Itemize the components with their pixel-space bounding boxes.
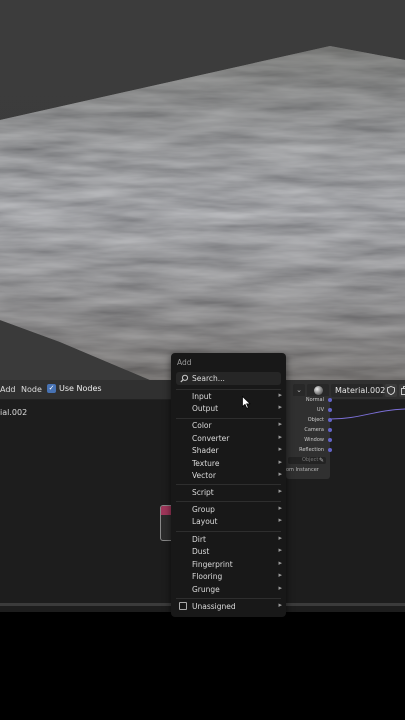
menu-item-unassigned[interactable]: Unassigned ▸ [171, 601, 286, 613]
eyedropper-icon[interactable]: ✎ [319, 457, 324, 464]
menu-item-label: Group [192, 505, 215, 514]
checkmark-icon[interactable]: ✓ [47, 384, 56, 393]
menu-item-label: Color [192, 421, 212, 430]
material-selector: ⌄ Material.002 [293, 383, 405, 397]
chevron-right-icon: ▸ [278, 504, 282, 512]
menu-item-label: Output [192, 404, 219, 413]
menu-item-layout[interactable]: Layout ▸ [171, 516, 286, 528]
menu-item-label: Flooring [192, 572, 223, 581]
tc-output-uv: UV [316, 407, 324, 413]
menu-item-grunge[interactable]: Grunge ▸ [171, 584, 286, 596]
menu-item-vector[interactable]: Vector ▸ [171, 470, 286, 482]
search-label: Search... [192, 374, 225, 383]
menu-item-input[interactable]: Input ▸ [171, 391, 286, 403]
use-nodes-toggle[interactable]: ✓ Use Nodes [47, 384, 102, 393]
menu-item-dirt[interactable]: Dirt ▸ [171, 534, 286, 546]
chevron-right-icon: ▸ [278, 433, 282, 441]
menu-item-label: Script [192, 488, 214, 497]
menu-item-dust[interactable]: Dust ▸ [171, 546, 286, 558]
socket-dot[interactable] [328, 418, 332, 422]
chevron-right-icon: ▸ [278, 403, 282, 411]
chevron-right-icon: ▸ [278, 391, 282, 399]
socket-dot[interactable] [328, 438, 332, 442]
chevron-right-icon: ▸ [278, 458, 282, 466]
menu-item-label: Unassigned [192, 602, 236, 611]
menu-item-color[interactable]: Color ▸ [171, 420, 286, 432]
tc-output-normal: Normal [305, 397, 324, 403]
socket-dot[interactable] [328, 398, 332, 402]
separator [176, 389, 281, 390]
menu-item-label: Grunge [192, 585, 220, 594]
menu-item-label: Vector [192, 471, 216, 480]
chevron-right-icon: ▸ [278, 601, 282, 609]
object-field[interactable]: Object ✎ [288, 457, 326, 464]
menu-title: Add [177, 358, 192, 367]
menu-item-group[interactable]: Group ▸ [171, 504, 286, 516]
material-output-label: ial.002 [0, 408, 28, 417]
chevron-right-icon: ▸ [278, 420, 282, 428]
menu-item-label: Converter [192, 434, 230, 443]
node-menu-button[interactable]: Node [21, 385, 42, 394]
add-menu-button[interactable]: Add [0, 385, 16, 394]
menu-item-texture[interactable]: Texture ▸ [171, 458, 286, 470]
separator [176, 531, 281, 532]
duplicate-material-icon[interactable] [399, 383, 405, 397]
tc-output-window: Window [304, 437, 324, 443]
search-icon [180, 374, 189, 383]
fake-user-shield-icon[interactable] [385, 383, 397, 397]
tc-output-camera: Camera [304, 427, 324, 433]
menu-item-flooring[interactable]: Flooring ▸ [171, 571, 286, 583]
socket-dot[interactable] [328, 448, 332, 452]
menu-item-label: Dust [192, 547, 210, 556]
letterbox-bottom [0, 622, 405, 720]
separator [176, 484, 281, 485]
socket-dot[interactable] [328, 428, 332, 432]
menu-item-label: Input [192, 392, 212, 401]
material-name-field[interactable]: Material.002 [331, 383, 385, 397]
textured-plane [0, 46, 405, 380]
tc-output-reflection: Reflection [299, 447, 324, 453]
separator [176, 418, 281, 419]
folder-icon [179, 602, 187, 610]
socket-dot[interactable] [328, 408, 332, 412]
chevron-right-icon: ▸ [278, 571, 282, 579]
menu-item-label: Fingerprint [192, 560, 233, 569]
add-menu: Add Search... Input ▸ Output ▸ Color ▸ C… [171, 353, 286, 617]
menu-item-label: Layout [192, 517, 218, 526]
menu-item-label: Dirt [192, 535, 206, 544]
chevron-right-icon: ▸ [278, 487, 282, 495]
node-link [330, 408, 405, 420]
use-nodes-label: Use Nodes [59, 384, 102, 393]
chevron-right-icon: ▸ [278, 470, 282, 478]
chevron-right-icon: ▸ [278, 445, 282, 453]
search-field[interactable]: Search... [176, 372, 281, 385]
menu-item-shader[interactable]: Shader ▸ [171, 445, 286, 457]
menu-item-script[interactable]: Script ▸ [171, 487, 286, 499]
texture-coordinate-node[interactable]: Normal UV Object Camera Window Reflectio… [286, 396, 332, 479]
material-preview-icon[interactable] [307, 383, 329, 397]
chevron-right-icon: ▸ [278, 516, 282, 524]
menu-item-label: Shader [192, 446, 219, 455]
menu-item-fingerprint[interactable]: Fingerprint ▸ [171, 559, 286, 571]
menu-item-output[interactable]: Output ▸ [171, 403, 286, 415]
tc-output-object: Object [307, 417, 324, 423]
chevron-right-icon: ▸ [278, 546, 282, 554]
separator [176, 598, 281, 599]
from-instancer-label: om Instancer [286, 467, 319, 473]
chevron-right-icon: ▸ [278, 534, 282, 542]
3d-viewport[interactable] [0, 0, 405, 380]
chevron-down-icon[interactable]: ⌄ [293, 383, 305, 397]
chevron-right-icon: ▸ [278, 584, 282, 592]
chevron-right-icon: ▸ [278, 559, 282, 567]
menu-item-converter[interactable]: Converter ▸ [171, 433, 286, 445]
mouse-cursor-icon [242, 396, 251, 409]
menu-item-label: Texture [192, 459, 220, 468]
separator [176, 501, 281, 502]
object-field-label: Object [302, 457, 319, 463]
